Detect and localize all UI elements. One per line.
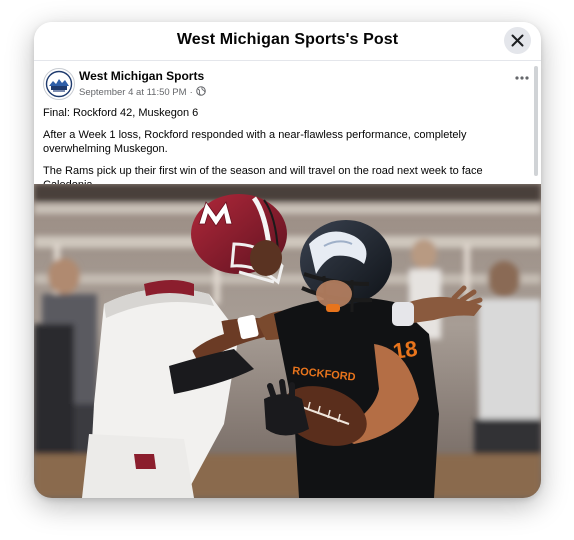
avatar[interactable] [43, 68, 75, 100]
post-header: West Michigan Sports September 4 at 11:5… [34, 61, 541, 101]
close-icon [511, 34, 524, 47]
post-modal: West Michigan Sports's Post West Michiga… [34, 22, 541, 498]
post-meta: September 4 at 11:50 PM · [79, 86, 206, 99]
post-photo[interactable]: 18 ROCKFORD [34, 184, 541, 498]
modal-title: West Michigan Sports's Post [176, 31, 399, 48]
more-options-button[interactable] [513, 71, 531, 85]
more-options-icon [515, 76, 529, 80]
close-button[interactable] [504, 27, 531, 54]
post-author[interactable]: West Michigan Sports [79, 69, 204, 83]
west-michigan-sports-logo-icon [45, 70, 73, 98]
modal-header: West Michigan Sports's Post [34, 22, 541, 61]
post-paragraph-2: After a Week 1 loss, Rockford responded … [43, 128, 467, 156]
post-paragraph-1: Final: Rockford 42, Muskegon 6 [43, 107, 199, 119]
globe-icon[interactable] [195, 86, 206, 99]
football-game-photo: 18 ROCKFORD [34, 184, 541, 498]
scrollbar[interactable] [534, 66, 538, 176]
post-timestamp[interactable]: September 4 at 11:50 PM [79, 87, 187, 98]
meta-separator: · [189, 87, 193, 98]
